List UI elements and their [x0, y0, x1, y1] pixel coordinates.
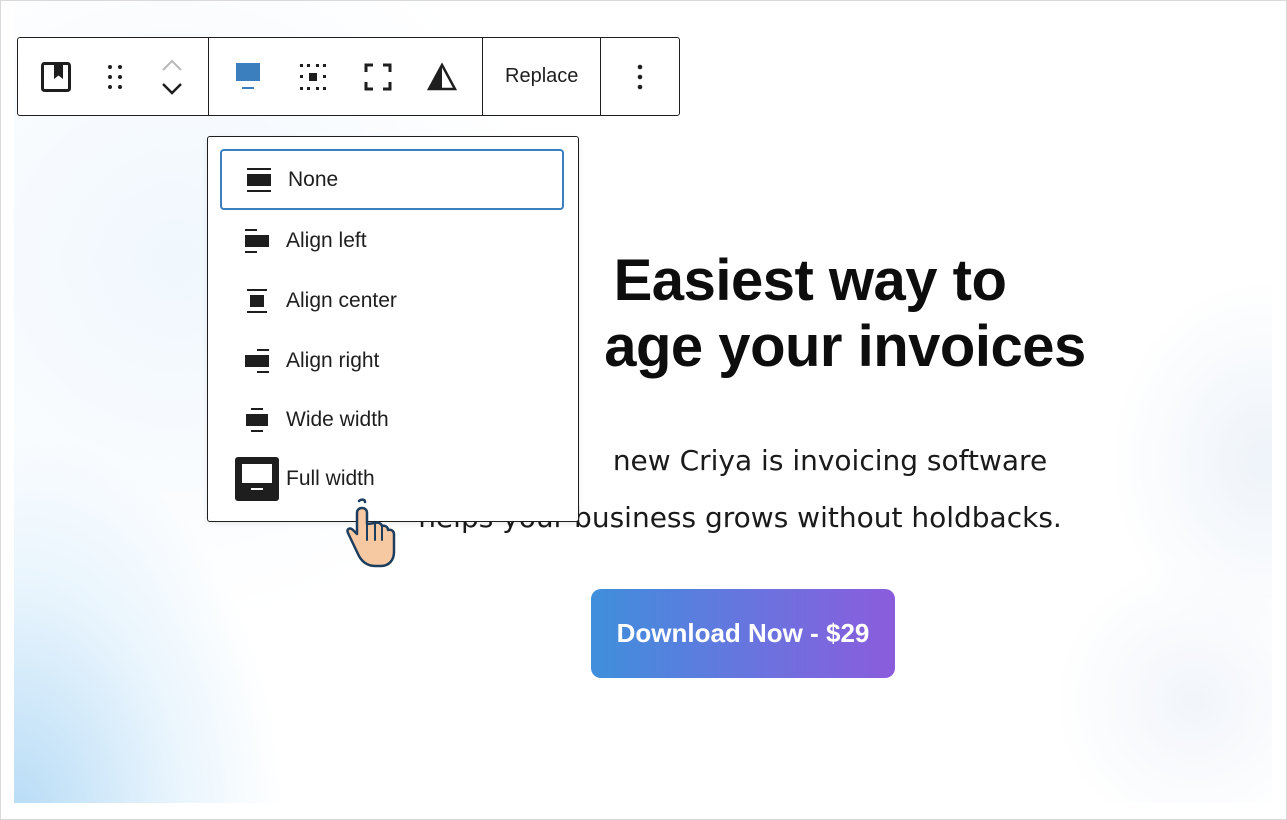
- menu-item-label: Wide width: [286, 407, 389, 431]
- full-width-icon: [232, 454, 282, 504]
- more-options-button[interactable]: [601, 38, 679, 115]
- drag-handle[interactable]: [95, 38, 135, 115]
- vertical-ellipsis-icon: [638, 64, 643, 89]
- menu-item-label: None: [288, 167, 339, 191]
- filter-button[interactable]: [417, 38, 467, 115]
- crop-corners-icon: [364, 63, 392, 90]
- drag-handle-icon: [107, 64, 122, 89]
- align-none-icon: [236, 62, 261, 89]
- toolbar-group-image: [209, 38, 483, 115]
- menu-item-align-center[interactable]: Align center: [220, 270, 564, 331]
- menu-item-align-right[interactable]: Align right: [220, 330, 564, 391]
- align-button[interactable]: [224, 38, 274, 115]
- menu-item-none[interactable]: None: [220, 149, 564, 210]
- chevron-up-icon[interactable]: [160, 57, 184, 73]
- align-left-icon: [232, 216, 282, 266]
- parent-block-button[interactable]: [32, 38, 80, 115]
- block-toolbar: Replace: [17, 37, 681, 116]
- menu-item-label: Align center: [286, 288, 397, 312]
- menu-item-label: Full width: [286, 466, 375, 490]
- wide-width-icon: [232, 395, 282, 445]
- toolbar-group-options: [601, 38, 679, 115]
- move-buttons: [150, 38, 194, 115]
- menu-item-wide-width[interactable]: Wide width: [220, 389, 564, 450]
- bookmark-block-icon: [40, 61, 71, 92]
- align-none-icon: [234, 155, 284, 205]
- triangle-contrast-icon: [426, 61, 457, 90]
- align-right-icon: [232, 336, 282, 386]
- download-button[interactable]: Download Now - $29: [591, 589, 895, 678]
- pointer-hand-icon: [346, 498, 396, 568]
- chevron-down-icon[interactable]: [160, 81, 184, 97]
- menu-item-label: Align left: [286, 228, 367, 252]
- menu-item-align-left[interactable]: Align left: [220, 210, 564, 271]
- editor-canvas: [14, 1, 1272, 803]
- crop-button[interactable]: [353, 38, 403, 115]
- duotone-button[interactable]: [288, 38, 338, 115]
- toolbar-group-replace: Replace: [483, 38, 602, 115]
- align-center-icon: [232, 276, 282, 326]
- replace-button[interactable]: Replace: [483, 38, 600, 115]
- menu-item-label: Align right: [286, 348, 380, 372]
- grid-dots-icon: [300, 63, 327, 90]
- alignment-menu: None Align left Align center Align right…: [207, 136, 579, 522]
- toolbar-group-block: [18, 38, 209, 115]
